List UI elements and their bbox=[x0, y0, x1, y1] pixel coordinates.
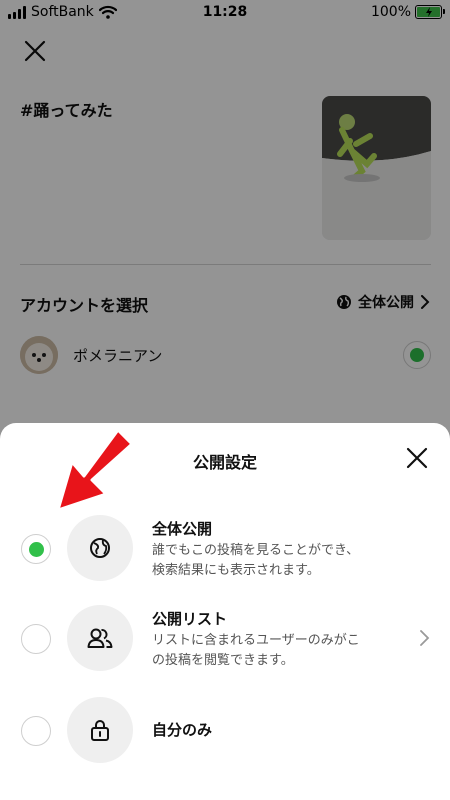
radio-only-me[interactable] bbox=[21, 716, 51, 746]
close-icon[interactable] bbox=[404, 445, 430, 471]
option-public-title: 全体公開 bbox=[152, 520, 213, 538]
radio-public-list[interactable] bbox=[21, 624, 51, 654]
option-only-me-title: 自分のみ bbox=[152, 721, 213, 739]
globe-icon bbox=[67, 515, 133, 581]
option-public[interactable]: 全体公開 誰でもこの投稿を見ることができ、 検索結果にも表示されます。 bbox=[0, 515, 450, 585]
radio-public[interactable] bbox=[21, 534, 51, 564]
lock-icon bbox=[67, 697, 133, 763]
users-icon bbox=[67, 605, 133, 671]
annotation-arrow-icon bbox=[56, 428, 134, 512]
option-public-list-title: 公開リスト bbox=[152, 610, 228, 628]
option-only-me[interactable]: 自分のみ bbox=[0, 697, 450, 767]
chevron-right-icon[interactable] bbox=[418, 629, 430, 647]
option-public-list[interactable]: 公開リスト リストに含まれるユーザーのみがこ の投稿を閲覧できます。 bbox=[0, 605, 450, 675]
option-public-desc: 誰でもこの投稿を見ることができ、 検索結果にも表示されます。 bbox=[152, 543, 360, 578]
option-public-list-desc: リストに含まれるユーザーのみがこ の投稿を閲覧できます。 bbox=[152, 633, 360, 668]
